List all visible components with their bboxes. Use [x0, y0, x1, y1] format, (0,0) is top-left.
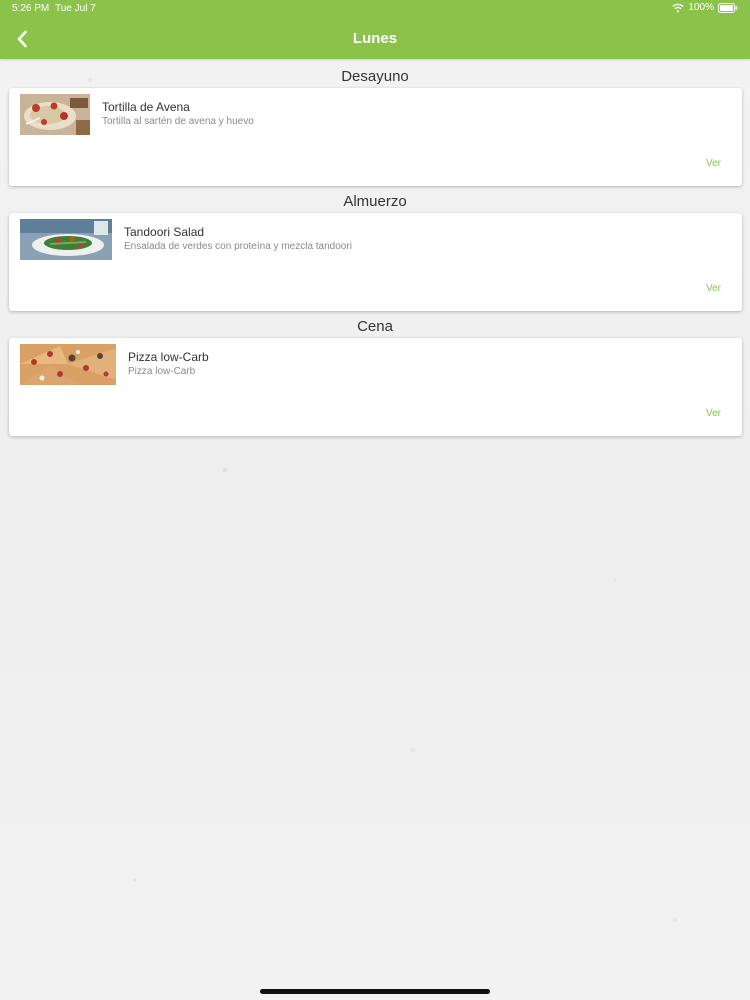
status-date: Tue Jul 7 — [55, 3, 96, 14]
meal-description: Pizza low-Carb — [128, 366, 196, 377]
meal-list: Desayuno Tortilla de Avena Tortilla al s… — [0, 66, 750, 441]
section-title: Cena — [357, 318, 393, 335]
status-bar: 5:26 PM Tue Jul 7 100% — [0, 0, 750, 18]
meal-name: Pizza low-Carb — [128, 350, 209, 364]
meal-card[interactable]: Pizza low-Carb Pizza low-Carb Ver — [9, 338, 742, 436]
home-indicator — [260, 989, 490, 994]
view-link[interactable]: Ver — [706, 283, 721, 294]
meal-image — [20, 219, 112, 260]
battery-icon — [718, 2, 738, 13]
meal-card[interactable]: Tortilla de Avena Tortilla al sartén de … — [9, 88, 742, 186]
status-time: 5:26 PM — [12, 3, 50, 14]
meal-description: Ensalada de verdes con proteína y mezcla… — [124, 241, 352, 252]
view-link[interactable]: Ver — [706, 408, 721, 419]
nav-bar: Lunes — [0, 18, 750, 59]
view-link[interactable]: Ver — [706, 158, 721, 169]
meal-image — [20, 94, 90, 135]
meal-section-cena: Cena Pizza low-Carb Pizza low-Carb Ver — [0, 316, 750, 436]
battery-percent: 100% — [688, 2, 714, 13]
wifi-icon — [672, 3, 684, 13]
section-title: Desayuno — [341, 68, 409, 85]
meal-card[interactable]: Tandoori Salad Ensalada de verdes con pr… — [9, 213, 742, 311]
status-indicators: 100% — [672, 2, 738, 13]
meal-section-almuerzo: Almuerzo Tandoori Salad Ensalada de verd… — [0, 191, 750, 311]
meal-name: Tortilla de Avena — [102, 100, 190, 114]
meal-section-desayuno: Desayuno Tortilla de Avena Tortilla al s… — [0, 66, 750, 186]
section-title: Almuerzo — [343, 193, 407, 210]
meal-description: Tortilla al sartén de avena y huevo — [102, 116, 254, 127]
meal-name: Tandoori Salad — [124, 225, 205, 239]
meal-image — [20, 344, 116, 385]
page-title: Lunes — [352, 30, 398, 47]
